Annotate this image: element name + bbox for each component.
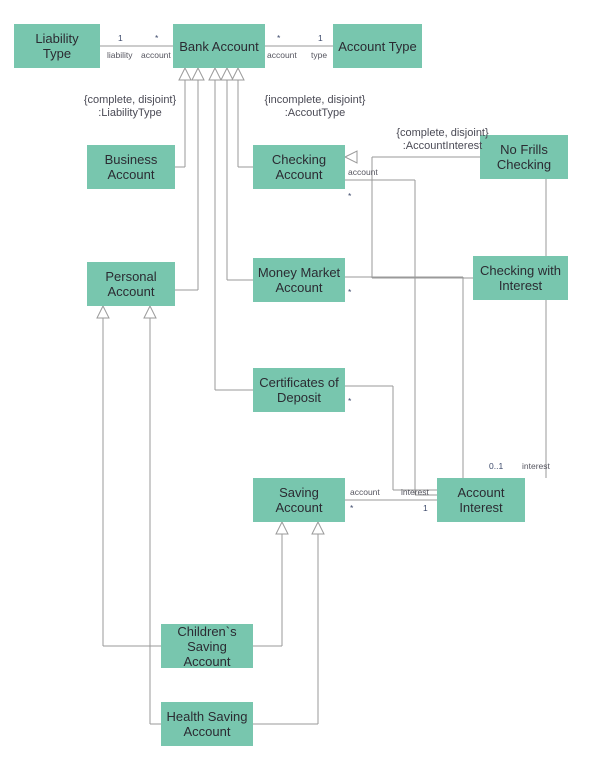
multiplicity-saving-star: * <box>350 503 354 513</box>
uml-class-checking-with-interest[interactable]: Checking with Interest <box>473 256 568 300</box>
constraint-note-account-type: {incomplete, disjoint}:AccoutType <box>264 94 366 119</box>
uml-class-bank-account[interactable]: Bank Account <box>173 24 265 68</box>
gen-arrowhead-health-saving <box>311 520 325 535</box>
uml-class-label: Children`s Saving Account <box>177 623 237 669</box>
gen-arrowhead-childrens-personal <box>96 304 110 319</box>
uml-class-certificates-of-deposit[interactable]: Certificates of Deposit <box>253 368 345 412</box>
constraint-note-account-interest: {complete, disjoint}:AccountInterest <box>396 127 489 152</box>
role-label-account-interest: interest <box>522 461 550 471</box>
uml-class-label: Personal Account <box>105 269 157 299</box>
multiplicity-account-star-left: * <box>155 33 159 43</box>
multiplicity-certificates-star: * <box>348 396 352 406</box>
uml-class-label: Bank Account <box>179 38 259 54</box>
role-label-saving-interest: interest <box>401 487 429 497</box>
gen-arrowhead-childrens-saving <box>275 520 289 535</box>
multiplicity-liability-1: 1 <box>118 33 123 43</box>
uml-class-label: Business Account <box>104 152 158 182</box>
multiplicity-account-interest-zero-one: 0..1 <box>489 461 504 471</box>
role-label-account-right: account <box>267 50 297 60</box>
gen-arrowhead-health-personal <box>143 304 157 319</box>
uml-class-label: Certificates of Deposit <box>259 375 339 405</box>
uml-class-checking-account[interactable]: Checking Account <box>253 145 345 189</box>
gen-arrowhead-checking <box>231 66 245 81</box>
uml-class-health-saving-account[interactable]: Health Saving Account <box>161 702 253 746</box>
uml-class-label: Health Saving Account <box>166 709 248 739</box>
uml-class-diagram: Liability Type Bank Account Account Type … <box>0 0 590 765</box>
uml-class-saving-account[interactable]: Saving Account <box>253 478 345 522</box>
uml-class-childrens-saving-account[interactable]: Children`s Saving Account <box>161 623 253 669</box>
uml-class-liability-type[interactable]: Liability Type <box>14 24 100 68</box>
uml-class-label: Account Type <box>338 38 417 54</box>
uml-class-money-market-account[interactable]: Money Market Account <box>253 258 345 302</box>
uml-class-account-type[interactable]: Account Type <box>333 24 422 68</box>
uml-class-label: Liability Type <box>35 31 79 61</box>
uml-class-personal-account[interactable]: Personal Account <box>87 262 175 306</box>
role-label-liability: liability <box>107 50 133 60</box>
uml-class-label: Saving Account <box>275 485 323 515</box>
uml-class-label: Money Market Account <box>257 265 341 295</box>
gen-arrowhead-personal <box>191 66 205 81</box>
gen-arrowhead-certificates <box>208 66 222 81</box>
multiplicity-money-market-star: * <box>348 287 352 297</box>
constraint-note-liability-type: {complete, disjoint}:LiabilityType <box>83 94 177 119</box>
uml-class-business-account[interactable]: Business Account <box>87 145 175 189</box>
uml-class-account-interest[interactable]: Account Interest <box>437 478 525 522</box>
role-label-type: type <box>311 50 328 60</box>
uml-class-label: Account Interest <box>457 485 505 515</box>
uml-class-label: Checking with Interest <box>480 263 561 293</box>
multiplicity-saving-one: 1 <box>423 503 428 513</box>
role-label-account-left: account <box>141 50 171 60</box>
gen-arrowhead-business <box>178 66 192 81</box>
role-label-checking-account: account <box>348 167 378 177</box>
multiplicity-checking-star: * <box>348 191 352 201</box>
uml-class-label: Checking Account <box>271 152 327 182</box>
role-label-saving-account: account <box>350 487 380 497</box>
multiplicity-account-star-right: * <box>277 33 281 43</box>
gen-arrowhead-money-market <box>220 66 234 81</box>
multiplicity-type-1: 1 <box>318 33 323 43</box>
